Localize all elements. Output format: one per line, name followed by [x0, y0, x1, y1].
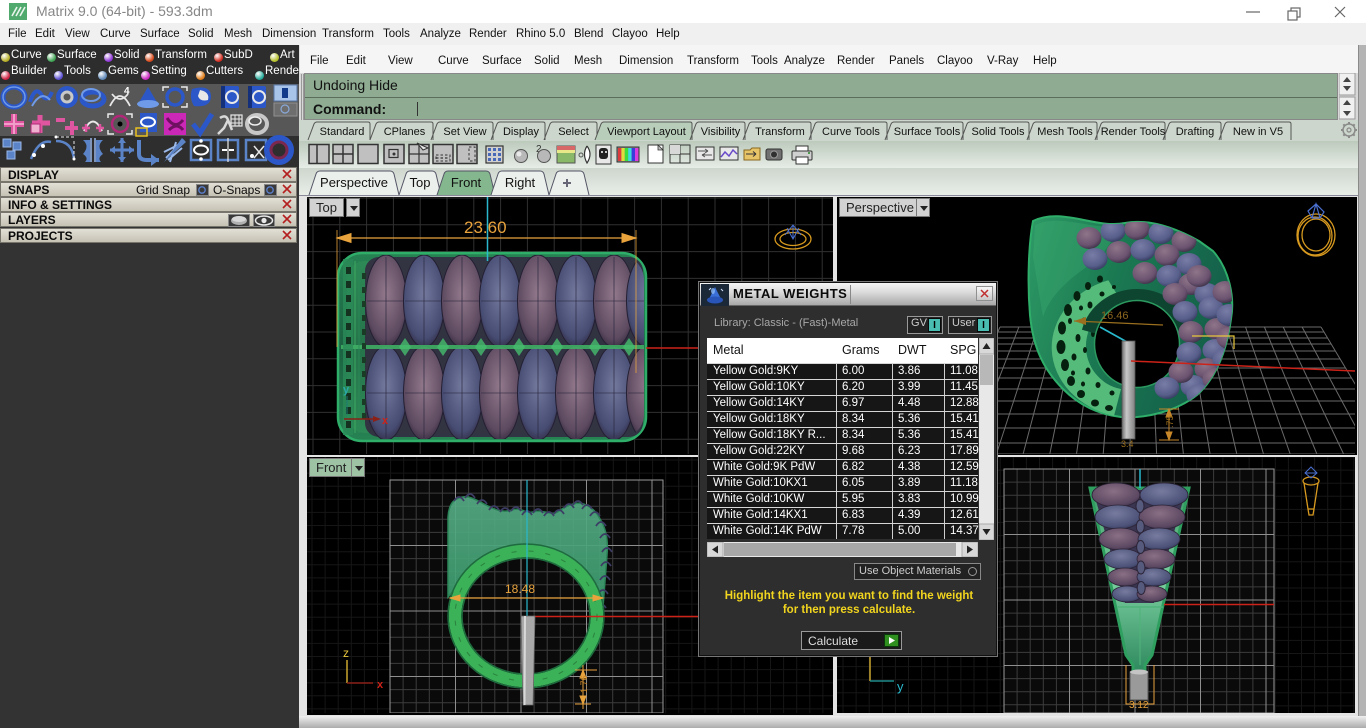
svg-text:y: y — [897, 679, 904, 694]
svg-text:4: 4 — [124, 86, 130, 97]
svg-text:Mesh Tools: Mesh Tools — [1037, 126, 1093, 138]
svg-text:Front: Front — [451, 175, 482, 190]
svg-text:Surface Tools: Surface Tools — [894, 126, 961, 138]
svg-text:Solid Tools: Solid Tools — [972, 126, 1025, 138]
svg-text:Viewport Layout: Viewport Layout — [607, 126, 686, 138]
svg-text:Set View: Set View — [443, 126, 486, 138]
svg-text:Display: Display — [503, 126, 540, 138]
svg-text:18.48: 18.48 — [505, 582, 535, 596]
svg-text:Transform: Transform — [755, 126, 805, 138]
svg-text:x: x — [377, 679, 384, 691]
svg-text:Render Tools: Render Tools — [1101, 126, 1166, 138]
svg-text:CPlanes: CPlanes — [384, 126, 426, 138]
svg-text:3.12: 3.12 — [1129, 700, 1149, 711]
svg-text:Top: Top — [410, 175, 431, 190]
svg-text:Perspective: Perspective — [320, 175, 388, 190]
svg-text:16.46: 16.46 — [1101, 310, 1129, 322]
svg-text:Standard: Standard — [320, 126, 365, 138]
svg-text:3.4: 3.4 — [1121, 439, 1134, 449]
svg-text:y: y — [343, 384, 350, 396]
svg-text:z: z — [343, 646, 349, 660]
svg-text:Visibility: Visibility — [701, 126, 741, 138]
svg-text:1.76: 1.76 — [579, 675, 589, 693]
svg-text:.75: .75 — [1165, 415, 1175, 428]
svg-text:x: x — [382, 415, 389, 427]
svg-text:23.60: 23.60 — [464, 218, 507, 237]
svg-text:New in V5: New in V5 — [1233, 126, 1283, 138]
svg-text:Select: Select — [558, 126, 589, 138]
svg-text:Right: Right — [505, 175, 536, 190]
svg-text:Drafting: Drafting — [1176, 126, 1215, 138]
svg-text:Curve Tools: Curve Tools — [822, 126, 880, 138]
